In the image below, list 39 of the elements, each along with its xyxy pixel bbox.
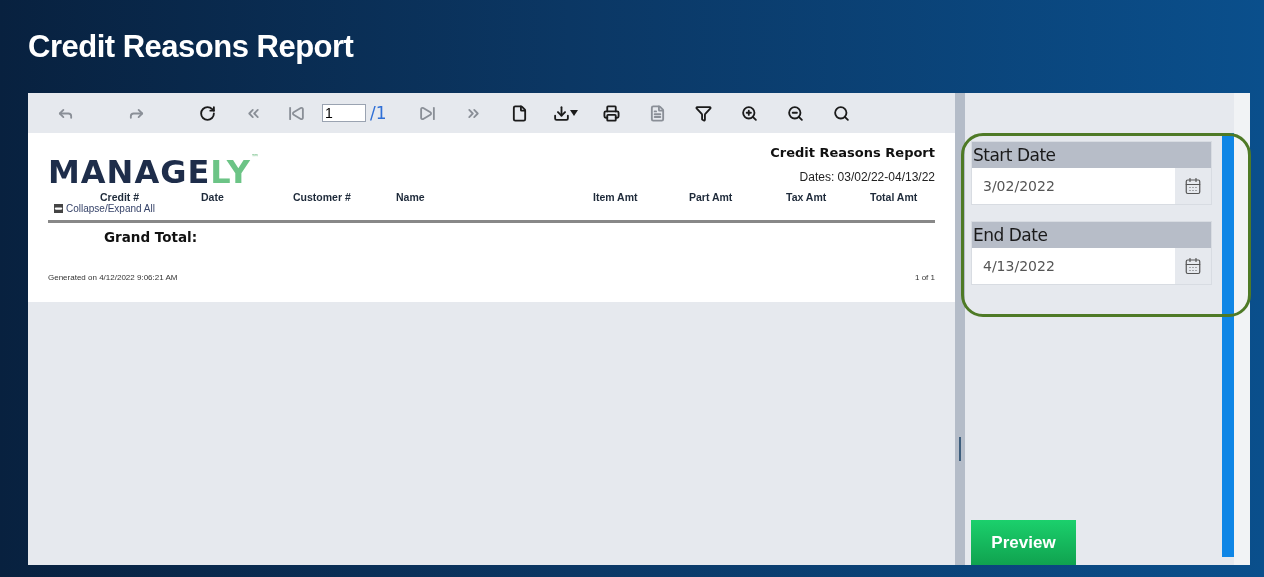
page-title: Credit Reasons Report xyxy=(28,27,355,66)
scrollbar[interactable] xyxy=(1222,133,1234,557)
caret-icon xyxy=(570,110,579,116)
filter-icon xyxy=(695,104,713,122)
skip-back-icon xyxy=(287,104,305,122)
page-count: 1 of 1 xyxy=(915,273,935,282)
skip-forward-icon xyxy=(419,104,437,122)
column-header: Item Amt xyxy=(593,191,639,203)
zoom-out-icon xyxy=(787,104,805,122)
generated-timestamp: Generated on 4/12/2022 9:06:21 AM xyxy=(48,273,178,282)
field-label: End Date xyxy=(972,222,1211,248)
column-header: Part Amt xyxy=(689,191,734,203)
calendar-icon xyxy=(1184,257,1202,275)
column-header: Tax Amt xyxy=(786,191,828,203)
column-header: Date xyxy=(201,191,225,203)
column-header: Name xyxy=(396,191,426,203)
date-field[interactable]: 3/02/2022 xyxy=(972,168,1175,204)
report-dates: Dates: 03/02/22-04/13/22 xyxy=(799,170,935,184)
column-header: Customer # xyxy=(293,191,352,203)
logo: MANAGELY$^{™}$ xyxy=(48,153,260,191)
minus-icon xyxy=(54,204,63,213)
report-title: Credit Reasons Report xyxy=(770,145,935,160)
grand-total-label: Grand Total: xyxy=(104,229,199,245)
document-icon xyxy=(649,104,667,122)
search-icon xyxy=(833,104,851,122)
field-label: Start Date xyxy=(972,142,1211,168)
panel-splitter[interactable] xyxy=(955,93,965,565)
column-header: Total Amt xyxy=(870,191,919,203)
page-number-field[interactable]: 1 xyxy=(322,104,366,122)
download-icon xyxy=(553,104,571,122)
printer-icon xyxy=(603,104,621,122)
blank-page-icon xyxy=(511,104,529,122)
page-total: /1 xyxy=(370,103,387,123)
refresh-icon xyxy=(198,104,216,122)
date-field[interactable]: 4/13/2022 xyxy=(972,248,1175,284)
zoom-in-icon xyxy=(741,104,759,122)
collapse-expand-link[interactable]: Collapse/Expand All xyxy=(54,203,155,214)
calendar-icon xyxy=(1184,177,1202,195)
column-header: Credit # xyxy=(100,191,141,203)
